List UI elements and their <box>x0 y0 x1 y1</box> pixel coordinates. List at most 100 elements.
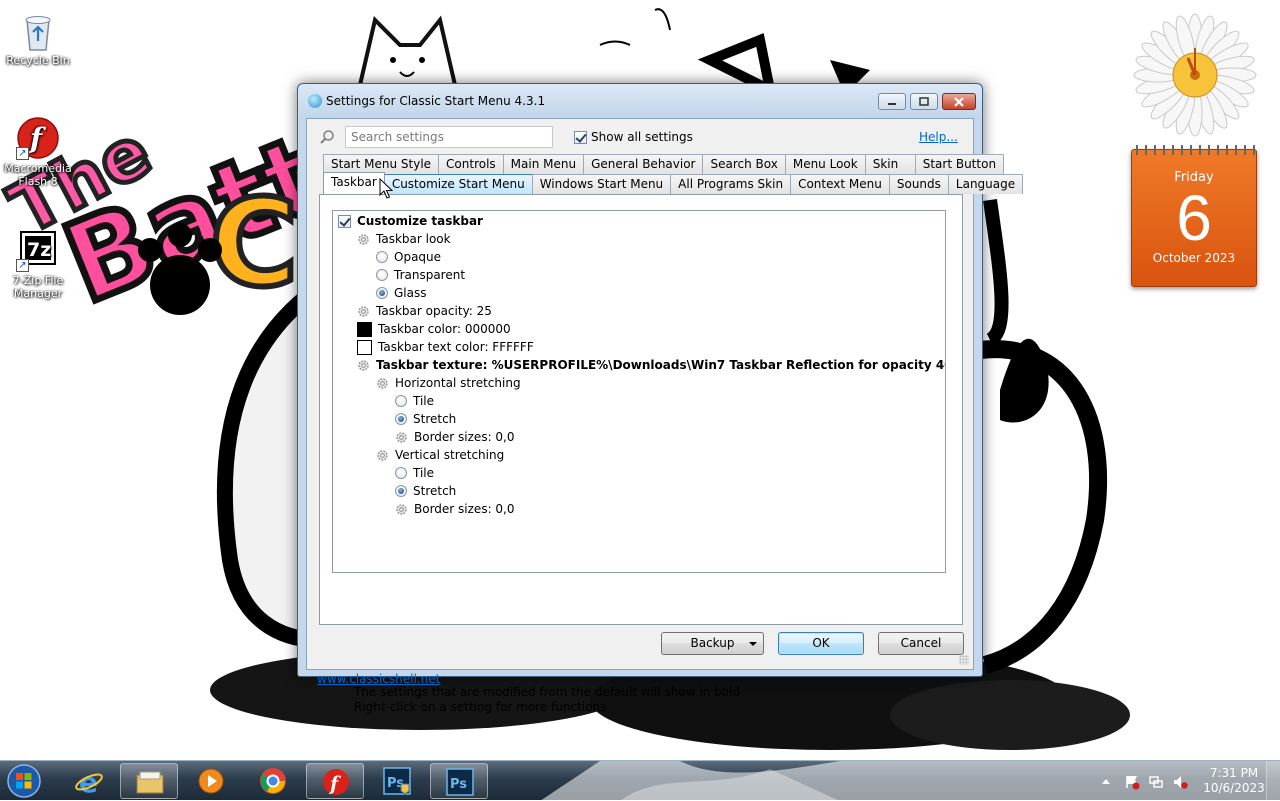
tab-customize-start-menu[interactable]: Customize Start Menu <box>383 174 533 194</box>
tree-radio-button[interactable] <box>395 395 407 407</box>
desktop-icon-7zip[interactable]: 7z ↗ 7-Zip File Manager <box>0 228 76 300</box>
tree-item[interactable]: Taskbar text color: FFFFFF <box>357 338 534 356</box>
tree-item[interactable]: Taskbar texture: %USERPROFILE%\Downloads… <box>357 356 945 374</box>
folder-icon <box>136 771 164 794</box>
taskbar-internet-explorer[interactable]: e <box>60 763 118 799</box>
show-all-settings[interactable]: Show all settings <box>574 130 693 144</box>
action-center-icon[interactable] <box>1124 774 1140 790</box>
tree-item-label: Horizontal stretching <box>395 376 521 390</box>
photoshop-icon: Ps <box>446 768 474 796</box>
start-button[interactable] <box>5 763 43 799</box>
taskbar-clock[interactable]: 7:31 PM 10/6/2023 <box>1200 766 1268 796</box>
clock-gadget[interactable] <box>1132 12 1258 138</box>
tree-item[interactable]: Transparent <box>376 266 465 284</box>
minimize-button[interactable] <box>878 93 906 110</box>
website-link[interactable]: www.classicshell.net <box>317 672 440 686</box>
taskbar: e f Ps Ps 7:31 PM 10/6/2023 <box>0 760 1280 801</box>
tree-item-label: Taskbar color: 000000 <box>378 322 511 336</box>
calendar-gadget[interactable]: Friday 6 October 2023 <box>1131 145 1257 287</box>
tree-item[interactable]: Stretch <box>395 410 456 428</box>
tab-skin[interactable]: Skin <box>864 154 916 174</box>
color-swatch[interactable] <box>357 339 372 355</box>
tree-item[interactable]: Stretch <box>395 482 456 500</box>
tab-sounds[interactable]: Sounds <box>888 174 949 194</box>
tree-radio-button[interactable] <box>395 485 407 497</box>
tree-item[interactable]: Taskbar color: 000000 <box>357 320 511 338</box>
recycle-bin-icon <box>16 8 60 52</box>
cancel-button[interactable]: Cancel <box>878 632 964 655</box>
shortcut-arrow-icon: ↗ <box>16 147 29 160</box>
dialog-titlebar[interactable]: Settings for Classic Start Menu 4.3.1 <box>298 84 982 118</box>
tree-item[interactable]: Tile <box>395 464 434 482</box>
show-all-checkbox[interactable] <box>574 130 587 144</box>
tab-taskbar[interactable]: Taskbar <box>323 172 385 194</box>
gear-icon <box>396 431 407 443</box>
tree-item-label: Opaque <box>394 250 442 264</box>
dialog-title: Settings for Classic Start Menu 4.3.1 <box>326 94 546 108</box>
tree-item[interactable]: Customize taskbar <box>338 212 483 230</box>
7zip-icon: 7z ↗ <box>16 228 60 272</box>
tab-windows-start-menu[interactable]: Windows Start Menu <box>531 174 672 194</box>
tree-checkbox[interactable] <box>338 214 351 228</box>
photoshop-icon: Ps <box>383 767 411 795</box>
tree-radio-button[interactable] <box>395 413 407 425</box>
backup-label: Backup <box>690 636 735 650</box>
tree-radio-button[interactable] <box>395 467 407 479</box>
taskbar-flash[interactable]: f <box>306 763 364 799</box>
color-swatch[interactable] <box>357 321 372 337</box>
tab-general-behavior[interactable]: General Behavior <box>583 154 704 174</box>
gear-icon <box>358 359 369 371</box>
tab-all-programs-skin[interactable]: All Programs Skin <box>670 174 792 194</box>
network-icon[interactable] <box>1148 774 1164 790</box>
help-link[interactable]: Help... <box>919 130 958 144</box>
minimize-icon <box>888 103 896 105</box>
tab-start-button[interactable]: Start Button <box>914 154 1005 174</box>
tree-radio-button[interactable] <box>376 287 388 299</box>
desktop-icon-macromedia-flash[interactable]: f ↗ Macromedia Flash 8 <box>0 116 76 188</box>
taskbar-photoshop[interactable]: Ps <box>430 763 488 799</box>
tab-start-menu-style[interactable]: Start Menu Style <box>323 154 440 174</box>
tree-item[interactable]: Border sizes: 0,0 <box>395 500 515 518</box>
tree-item[interactable]: Tile <box>395 392 434 410</box>
tree-item[interactable]: Taskbar opacity: 25 <box>357 302 492 320</box>
tree-radio-button[interactable] <box>376 269 388 281</box>
show-hidden-icons-icon[interactable] <box>1098 774 1114 790</box>
backup-button[interactable]: Backup <box>661 632 764 655</box>
tree-item[interactable]: Taskbar look <box>357 230 451 248</box>
tree-item-label: Glass <box>394 286 427 300</box>
settings-tree: Customize taskbar Taskbar look Opaque Trans… <box>332 210 946 573</box>
desktop-icon-recycle-bin[interactable]: Recycle Bin <box>0 8 76 67</box>
tab-context-menu[interactable]: Context Menu <box>790 174 890 194</box>
tab-menu-look[interactable]: Menu Look <box>784 154 866 174</box>
tree-item[interactable]: Opaque <box>376 248 441 266</box>
close-button[interactable] <box>942 93 976 110</box>
tab-controls[interactable]: Controls <box>438 154 504 174</box>
maximize-button[interactable] <box>910 93 938 110</box>
taskbar-windows-explorer[interactable] <box>120 763 178 799</box>
gear-icon <box>396 503 407 515</box>
dialog-client-area: Show all settings Help... Start Menu Sty… <box>306 118 1024 714</box>
tab-search-box[interactable]: Search Box <box>702 154 786 174</box>
tree-item[interactable]: Border sizes: 0,0 <box>395 428 515 446</box>
tree-item[interactable]: Vertical stretching <box>376 446 504 464</box>
tab-main-menu[interactable]: Main Menu <box>502 154 585 174</box>
desktop-icon-label: Recycle Bin <box>6 54 70 67</box>
svg-text:Ps: Ps <box>450 777 467 792</box>
tab-language[interactable]: Language <box>947 174 1024 194</box>
internet-explorer-icon: e <box>75 766 103 796</box>
ok-button[interactable]: OK <box>778 632 864 655</box>
taskbar-chrome[interactable] <box>244 763 302 799</box>
taskbar-photoshop-admin[interactable]: Ps <box>368 763 426 799</box>
resize-grip[interactable] <box>959 655 969 665</box>
show-desktop-button[interactable] <box>1266 761 1280 801</box>
search-input[interactable] <box>345 126 553 148</box>
tree-item[interactable]: Horizontal stretching <box>376 374 521 392</box>
volume-muted-icon[interactable] <box>1172 774 1188 790</box>
tree-item[interactable]: Glass <box>376 284 427 302</box>
taskbar-media-player[interactable] <box>182 763 240 799</box>
tree-radio-button[interactable] <box>376 251 388 263</box>
svg-text:7z: 7z <box>27 239 51 261</box>
website-link-text[interactable]: www.classicshell.net <box>317 672 440 686</box>
tree-item-label: Taskbar text color: FFFFFF <box>378 340 534 354</box>
tab-row-1: Start Menu Style Controls Main Menu Gene… <box>323 154 1005 174</box>
